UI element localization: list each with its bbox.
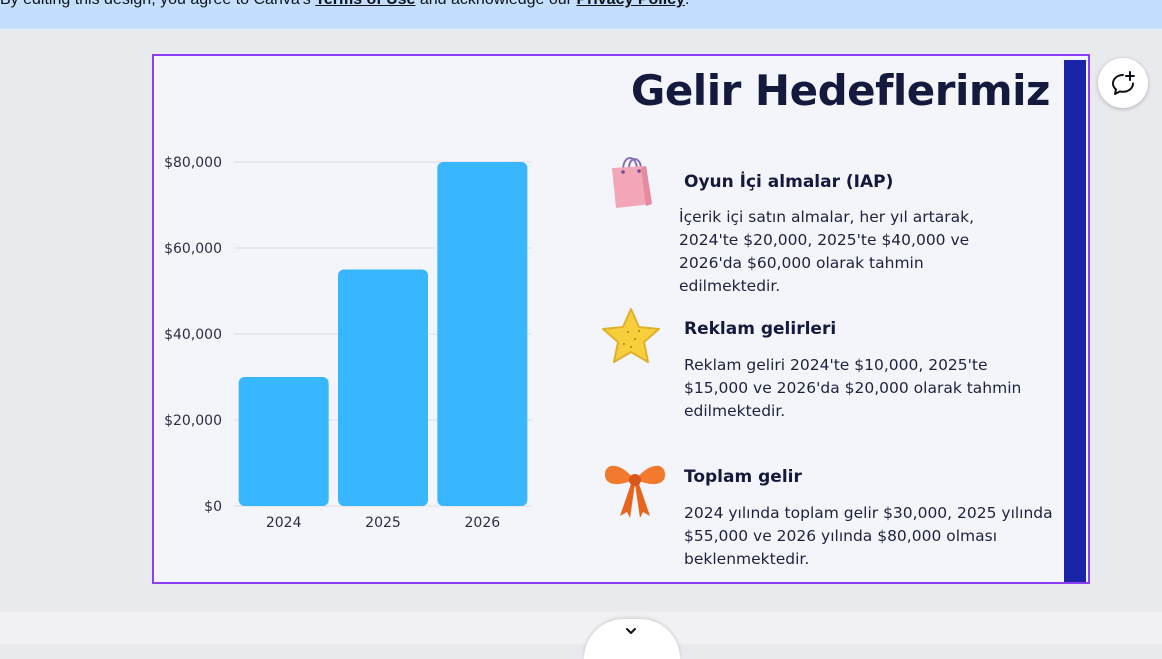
add-comment-icon bbox=[1112, 71, 1135, 95]
chart-x-tick-label: 2025 bbox=[365, 515, 401, 531]
notice-suffix: . bbox=[685, 0, 689, 8]
privacy-policy-link[interactable]: Privacy Policy bbox=[576, 0, 685, 8]
chart-y-tick-label: $0 bbox=[204, 499, 222, 515]
notice-middle: and acknowledge our bbox=[415, 0, 576, 8]
chevron-down-icon bbox=[626, 628, 636, 634]
slide-canvas[interactable]: Gelir Hedeflerimiz $0 $20,000 $40,000 $60,0… bbox=[152, 54, 1090, 584]
legal-notice-banner: By editing this design, you agree to Can… bbox=[0, 0, 1162, 29]
slide-title[interactable]: Gelir Hedeflerimiz bbox=[554, 66, 1051, 115]
chart-x-tick-label: 2024 bbox=[266, 515, 302, 531]
chart-x-tick-label: 2026 bbox=[465, 515, 501, 531]
add-comment-button[interactable] bbox=[1098, 58, 1148, 108]
legal-notice-text: By editing this design, you agree to Can… bbox=[0, 0, 689, 9]
terms-of-use-link[interactable]: Terms of Use bbox=[315, 0, 415, 8]
bottom-toolbar-strip bbox=[0, 612, 1162, 644]
shopping-bag-icon bbox=[612, 157, 652, 208]
item-body[interactable]: İçerik içi satın almalar, her yıl artara… bbox=[679, 206, 1009, 298]
notice-prefix: By editing this design, you agree to Can… bbox=[0, 0, 315, 8]
item-body[interactable]: Reklam geliri 2024'te $10,000, 2025'te $… bbox=[684, 354, 1039, 423]
item-heading[interactable]: Reklam gelirleri bbox=[684, 319, 836, 339]
chart-bar bbox=[437, 162, 528, 506]
star-icon bbox=[602, 308, 660, 363]
revenue-bar-chart[interactable]: $0 $20,000 $40,000 $60,000 $80,000 2024 2025 20… bbox=[154, 136, 554, 536]
bow-icon bbox=[604, 465, 666, 518]
item-heading[interactable]: Toplam gelir bbox=[684, 467, 802, 487]
chart-y-tick-label: $80,000 bbox=[164, 155, 222, 171]
chart-y-tick-label: $40,000 bbox=[164, 327, 222, 343]
item-heading[interactable]: Oyun İçi almalar (IAP) bbox=[684, 172, 893, 192]
chart-y-tick-label: $60,000 bbox=[164, 241, 222, 257]
slide-side-bar bbox=[1064, 60, 1086, 582]
chart-bar bbox=[238, 377, 329, 506]
item-body[interactable]: 2024 yılında toplam gelir $30,000, 2025 … bbox=[684, 502, 1054, 571]
chart-bar bbox=[338, 269, 428, 506]
chart-y-tick-label: $20,000 bbox=[164, 413, 222, 429]
